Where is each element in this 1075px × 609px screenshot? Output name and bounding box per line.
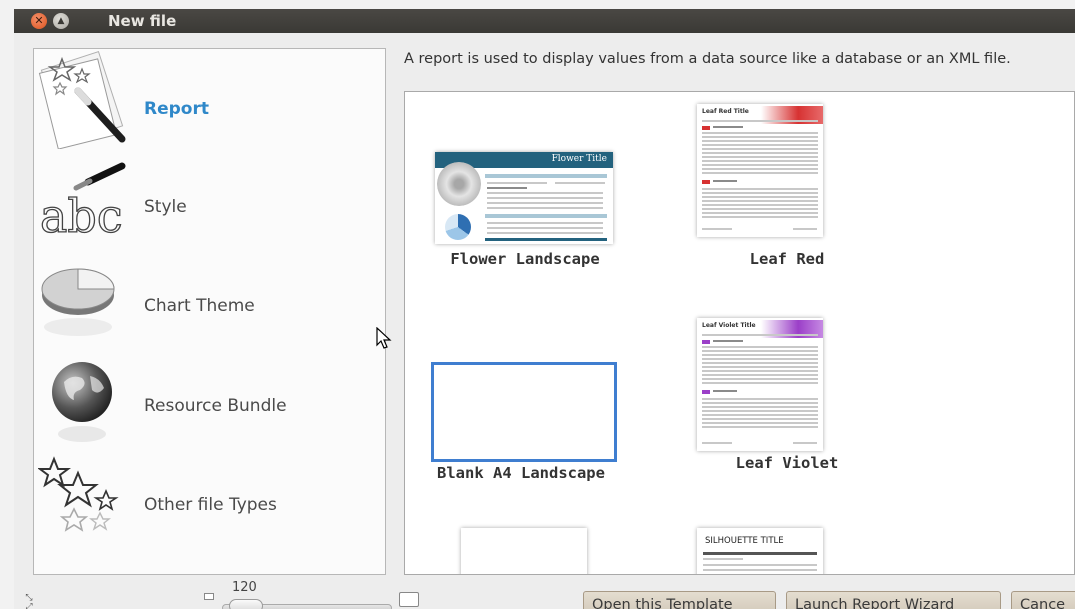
- zoom-in-icon[interactable]: [399, 592, 419, 607]
- template-name: Leaf Red: [749, 250, 825, 268]
- category-chart-theme[interactable]: Chart Theme: [34, 249, 385, 347]
- bottom-toolbar: ⤡ ⤢ 120 Open this Template Launch Report …: [14, 577, 1075, 609]
- category-resource-bundle[interactable]: Resource Bundle: [34, 348, 385, 446]
- template-thumbnail: Flower Title: [435, 152, 613, 244]
- category-style[interactable]: abc Style: [34, 150, 385, 248]
- new-file-dialog: ✕ ▲ New file Report abc Style Chart Them…: [14, 9, 1075, 609]
- template-name: Flower Landscape: [450, 250, 600, 268]
- zoom-out-icon[interactable]: [204, 593, 214, 600]
- thumbnail-title: Flower Title: [551, 154, 607, 164]
- category-list: Report abc Style Chart Theme Resource Bu…: [33, 48, 386, 575]
- category-label: Report: [144, 99, 209, 119]
- template-thumbnail: Leaf Red Title: [697, 104, 823, 237]
- desktop-left-strip: [0, 0, 14, 609]
- category-description: A report is used to display values from …: [404, 51, 1011, 67]
- template-silhouette[interactable]: SILHOUETTE TITLE: [697, 528, 823, 574]
- zoom-value: 120: [232, 580, 257, 595]
- expand-icon: ⤡ ⤢: [25, 593, 33, 609]
- template-thumbnail: Leaf Violet Title: [697, 318, 823, 451]
- template-thumbnail: SILHOUETTE TITLE: [697, 528, 823, 574]
- template-gallery: Flower Title Flower Landscape Leaf Red T…: [404, 91, 1075, 575]
- window-maximize-button[interactable]: ▲: [53, 13, 69, 29]
- category-label: Style: [144, 197, 187, 217]
- category-label: Resource Bundle: [144, 396, 287, 416]
- template-partial-blank[interactable]: [461, 528, 587, 574]
- style-abc-icon: abc: [38, 150, 130, 248]
- title-bar: ✕ ▲ New file: [14, 9, 1075, 33]
- template-flower-landscape[interactable]: Flower Title Flower Landscape: [435, 152, 613, 302]
- category-other-file-types[interactable]: Other file Types: [34, 447, 385, 545]
- resource-bundle-globe-icon: [38, 348, 130, 446]
- open-template-button[interactable]: Open this Template: [583, 591, 776, 609]
- category-label: Other file Types: [144, 495, 277, 515]
- launch-report-wizard-button[interactable]: Launch Report Wizard: [786, 591, 1001, 609]
- template-leaf-violet[interactable]: Leaf Violet Title Leaf Violet: [697, 318, 838, 488]
- category-report[interactable]: Report: [34, 51, 385, 150]
- zoom-slider-handle[interactable]: [229, 599, 263, 609]
- window-title: New file: [108, 12, 177, 30]
- category-label: Chart Theme: [144, 296, 255, 316]
- template-thumbnail-selected: [431, 362, 617, 462]
- thumbnail-title: Leaf Red Title: [702, 108, 749, 115]
- thumbnail-title: Leaf Violet Title: [702, 322, 756, 329]
- window-close-button[interactable]: ✕: [31, 13, 47, 29]
- other-file-types-stars-icon: [37, 447, 130, 545]
- template-thumbnail: [461, 528, 587, 574]
- close-icon: ✕: [34, 14, 44, 27]
- mouse-cursor-icon: [376, 327, 392, 349]
- desktop-top-strip: [0, 0, 1075, 9]
- template-blank-a4-landscape[interactable]: Blank A4 Landscape: [431, 362, 617, 482]
- report-wand-icon: [38, 51, 130, 150]
- chevron-up-icon: ▲: [57, 16, 65, 26]
- template-name: Leaf Violet: [735, 454, 839, 472]
- thumbnail-title: SILHOUETTE TITLE: [705, 536, 784, 546]
- cancel-button[interactable]: Cance: [1011, 591, 1075, 609]
- fit-view-button[interactable]: ⤡ ⤢: [19, 594, 39, 609]
- svg-text:abc: abc: [40, 189, 123, 243]
- chart-theme-pie-icon: [38, 249, 130, 347]
- template-leaf-red[interactable]: Leaf Red Title Leaf Red: [697, 104, 824, 274]
- template-name: Blank A4 Landscape: [437, 464, 605, 482]
